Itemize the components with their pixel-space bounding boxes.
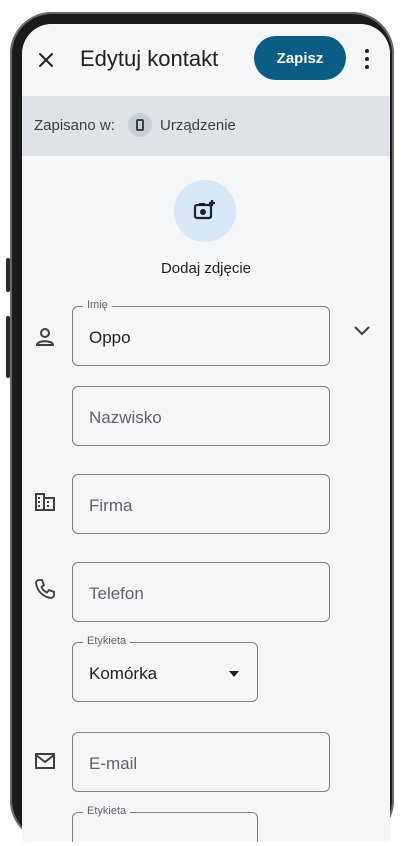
side-button-power [6, 316, 10, 378]
saved-in-label: Zapisano w: [34, 117, 115, 134]
chevron-down-icon[interactable] [352, 320, 372, 340]
phone-field[interactable]: Telefon [72, 562, 330, 622]
add-photo-label: Dodaj zdjęcie [160, 260, 252, 277]
email-label-caption: Etykieta [83, 805, 131, 817]
saved-in-bar[interactable]: Zapisano w: Urządzenie [22, 96, 390, 156]
company-placeholder: Firma [89, 496, 133, 515]
app-bar: Edytuj kontakt Zapisz [22, 24, 390, 96]
person-icon [35, 328, 55, 346]
email-field[interactable]: E-mail [72, 732, 330, 792]
add-photo-button[interactable] [174, 180, 236, 242]
app-screen: Edytuj kontakt Zapisz Zapisano w: Urządz… [22, 24, 390, 842]
first-name-label: Imię [83, 299, 112, 311]
side-button-volume [6, 258, 10, 292]
building-icon [35, 493, 55, 511]
save-button[interactable]: Zapisz [254, 36, 346, 80]
phone-icon [35, 579, 55, 599]
surname-field[interactable]: Nazwisko [72, 386, 330, 446]
device-frame: Edytuj kontakt Zapisz Zapisano w: Urządz… [0, 0, 402, 846]
phone-label-value: Komórka [89, 664, 158, 683]
close-icon[interactable] [34, 48, 58, 72]
dropdown-arrow-icon [229, 671, 239, 677]
phone-label-select[interactable]: Etykieta Komórka [72, 635, 258, 702]
surname-placeholder: Nazwisko [89, 408, 162, 427]
mail-icon [35, 753, 55, 769]
email-placeholder: E-mail [89, 754, 138, 773]
page-title: Edytuj kontakt [80, 46, 219, 71]
more-vert-icon[interactable] [358, 44, 376, 74]
first-name-field[interactable]: Imię Oppo [72, 299, 330, 366]
phone-placeholder: Telefon [89, 584, 144, 603]
company-field[interactable]: Firma [72, 474, 330, 534]
phone-icon [128, 113, 152, 137]
email-label-select[interactable]: Etykieta [72, 805, 258, 842]
first-name-value: Oppo [89, 328, 131, 347]
saved-in-device: Urządzenie [160, 117, 236, 134]
phone-label-caption: Etykieta [83, 635, 131, 647]
add-photo-icon [193, 200, 215, 220]
